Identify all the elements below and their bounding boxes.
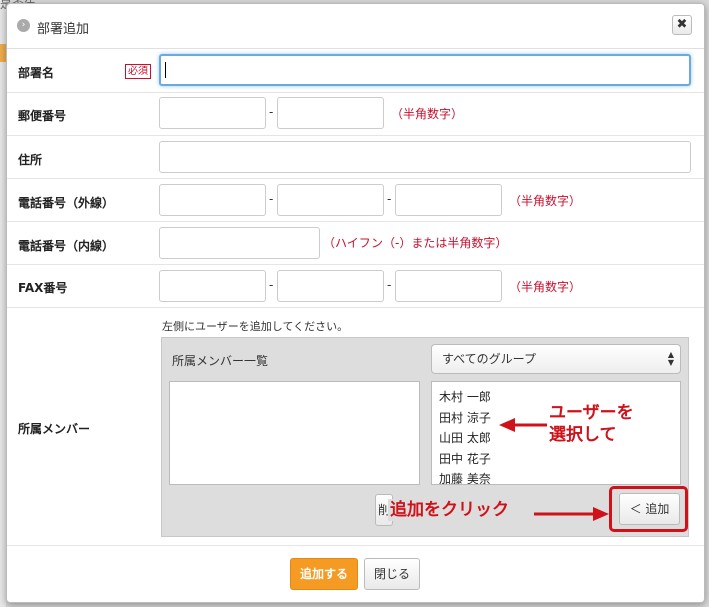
submit-button[interactable]: 追加する bbox=[290, 558, 358, 590]
arrow-to-users-head bbox=[499, 418, 515, 432]
annotation-click-add: 追加をクリック bbox=[388, 499, 511, 521]
annotation-line: 選択して bbox=[549, 425, 617, 445]
arrow-to-add-head bbox=[593, 507, 609, 521]
annotation-select-users: ユーザーを 選択して bbox=[549, 402, 634, 446]
annotation-arrows bbox=[499, 418, 609, 521]
annotation-line: ユーザーを bbox=[549, 403, 634, 423]
close-dialog-button[interactable]: 閉じる bbox=[364, 558, 420, 590]
add-department-dialog: › 部署追加 ✖ 部署名 必須 郵便番号 - （半角数字） 住所 電話番号（外線… bbox=[6, 3, 705, 603]
